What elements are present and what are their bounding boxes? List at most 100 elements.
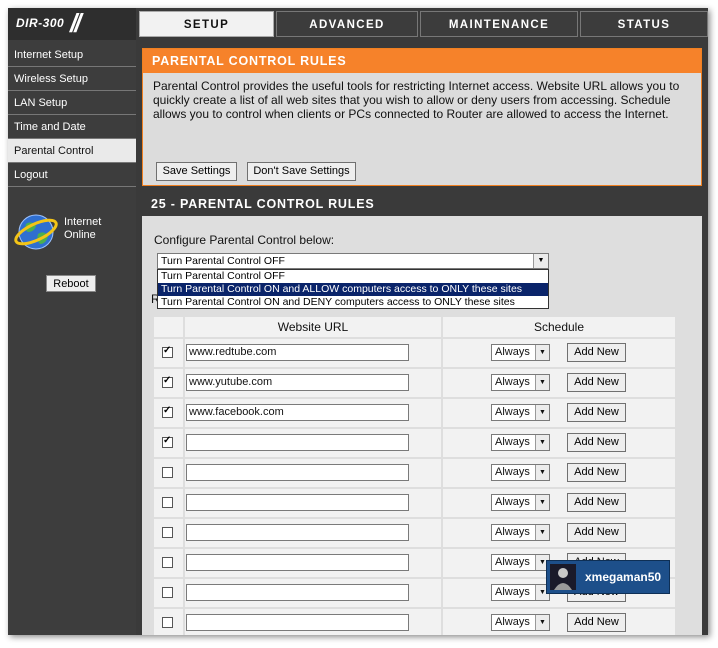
intro-description: Parental Control provides the useful too… (153, 79, 680, 121)
schedule-select[interactable]: Always ▼ (491, 374, 550, 391)
website-url-input[interactable] (186, 614, 409, 631)
chevron-down-icon[interactable]: ▼ (535, 405, 549, 420)
add-new-button[interactable]: Add New (567, 523, 626, 542)
chevron-down-icon[interactable]: ▼ (535, 375, 549, 390)
rule-enable-checkbox[interactable] (162, 617, 173, 628)
table-row-url-cell: www.yutube.com (185, 369, 441, 397)
table-row-schedule-cell: Always ▼ Add New (443, 489, 675, 517)
add-new-button[interactable]: Add New (567, 403, 626, 422)
status-line-internet: Internet (64, 216, 102, 228)
header-check-cell (154, 317, 183, 337)
table-row-url-cell: www.redtube.com (185, 339, 441, 367)
website-url-input[interactable]: www.facebook.com (186, 404, 409, 421)
website-url-input[interactable] (186, 584, 409, 601)
table-row-schedule-cell: Always ▼ Add New (443, 519, 675, 547)
table-row-schedule-cell: Always ▼ Add New (443, 339, 675, 367)
schedule-select[interactable]: Always ▼ (491, 494, 550, 511)
rule-enable-checkbox[interactable]: ✓ (162, 375, 173, 388)
dropdown-option-deny[interactable]: Turn Parental Control ON and DENY comput… (158, 296, 548, 309)
add-new-button[interactable]: Add New (567, 463, 626, 482)
dropdown-option-allow[interactable]: Turn Parental Control ON and ALLOW compu… (158, 283, 548, 296)
tab-status[interactable]: STATUS (580, 11, 708, 37)
rule-enable-checkbox[interactable] (162, 467, 173, 478)
tab-setup[interactable]: SETUP (139, 11, 274, 37)
avatar (550, 564, 576, 590)
schedule-select[interactable]: Always ▼ (491, 404, 550, 421)
header-schedule-cell: Schedule (443, 317, 675, 337)
website-url-input[interactable] (186, 554, 409, 571)
save-settings-button[interactable]: Save Settings (156, 162, 237, 181)
add-new-button[interactable]: Add New (567, 613, 626, 632)
tab-advanced[interactable]: ADVANCED (276, 11, 418, 37)
globe-icon (14, 214, 58, 250)
schedule-select[interactable]: Always ▼ (491, 434, 550, 451)
sidebar-item-wireless-setup[interactable]: Wireless Setup (8, 67, 136, 91)
add-new-button[interactable]: Add New (567, 493, 626, 512)
chevron-down-icon[interactable]: ▼ (535, 465, 549, 480)
internet-status: Internet Online (12, 208, 132, 258)
main-content: PARENTAL CONTROL RULES Parental Control … (142, 40, 702, 635)
website-url-input[interactable] (186, 464, 409, 481)
column-header-url: Website URL (277, 320, 349, 334)
table-row-check-cell (154, 459, 183, 487)
schedule-select[interactable]: Always ▼ (491, 584, 550, 601)
chevron-down-icon[interactable]: ▼ (535, 435, 549, 450)
chevron-down-icon[interactable]: ▼ (535, 345, 549, 360)
rule-enable-checkbox[interactable] (162, 527, 173, 538)
intro-title: PARENTAL CONTROL RULES (143, 49, 701, 73)
table-row-url-cell: www.facebook.com (185, 399, 441, 427)
chevron-down-icon[interactable]: ▼ (535, 525, 549, 540)
add-new-button[interactable]: Add New (567, 343, 626, 362)
rule-enable-checkbox[interactable] (162, 557, 173, 568)
rule-enable-checkbox[interactable] (162, 587, 173, 598)
website-url-input[interactable]: www.yutube.com (186, 374, 409, 391)
sidebar-item-logout[interactable]: Logout (8, 163, 136, 187)
dropdown-option-off[interactable]: Turn Parental Control OFF (158, 270, 548, 283)
watermark: xmegaman50 (546, 560, 670, 594)
website-url-input[interactable] (186, 494, 409, 511)
website-url-input[interactable] (186, 524, 409, 541)
logo-text: DIR-300 (16, 16, 65, 30)
schedule-select[interactable]: Always ▼ (491, 464, 550, 481)
schedule-value: Always (495, 616, 530, 628)
chevron-down-icon[interactable]: ▼ (535, 615, 549, 630)
schedule-select[interactable]: Always ▼ (491, 614, 550, 631)
add-new-button[interactable]: Add New (567, 373, 626, 392)
checkmark-icon: ✓ (163, 345, 172, 356)
checkmark-icon: ✓ (163, 375, 172, 386)
header-url-cell: Website URL (185, 317, 441, 337)
dont-save-settings-button[interactable]: Don't Save Settings (247, 162, 356, 181)
checkmark-icon: ✓ (163, 405, 172, 416)
schedule-value: Always (495, 556, 530, 568)
table-row-schedule-cell: Always ▼ Add New (443, 399, 675, 427)
sidebar-item-internet-setup[interactable]: Internet Setup (8, 43, 136, 67)
website-url-input[interactable]: www.redtube.com (186, 344, 409, 361)
chevron-down-icon[interactable]: ▼ (535, 495, 549, 510)
schedule-select[interactable]: Always ▼ (491, 554, 550, 571)
logo-slashes: // (70, 8, 82, 38)
sidebar-item-parental-control[interactable]: Parental Control (8, 139, 136, 163)
tab-maintenance[interactable]: MAINTENANCE (420, 11, 578, 37)
sidebar-item-lan-setup[interactable]: LAN Setup (8, 91, 136, 115)
table-row-check-cell (154, 519, 183, 547)
schedule-value: Always (495, 586, 530, 598)
schedule-value: Always (495, 406, 530, 418)
chevron-down-icon[interactable]: ▼ (533, 254, 548, 268)
schedule-select[interactable]: Always ▼ (491, 524, 550, 541)
schedule-value: Always (495, 436, 530, 448)
schedule-select[interactable]: Always ▼ (491, 344, 550, 361)
table-row-schedule-cell: Always ▼ Add New (443, 369, 675, 397)
add-new-button[interactable]: Add New (567, 433, 626, 452)
parental-control-select[interactable]: Turn Parental Control OFF ▼ (157, 253, 549, 269)
rule-enable-checkbox[interactable] (162, 497, 173, 508)
website-url-input[interactable] (186, 434, 409, 451)
rule-enable-checkbox[interactable]: ✓ (162, 435, 173, 448)
watermark-text: xmegaman50 (585, 570, 662, 584)
sidebar-item-time-and-date[interactable]: Time and Date (8, 115, 136, 139)
table-row-check-cell (154, 609, 183, 635)
rule-enable-checkbox[interactable]: ✓ (162, 345, 173, 358)
reboot-button[interactable]: Reboot (46, 275, 96, 292)
parental-control-dropdown-list: Turn Parental Control OFF Turn Parental … (157, 269, 549, 309)
rule-enable-checkbox[interactable]: ✓ (162, 405, 173, 418)
table-row-url-cell (185, 459, 441, 487)
